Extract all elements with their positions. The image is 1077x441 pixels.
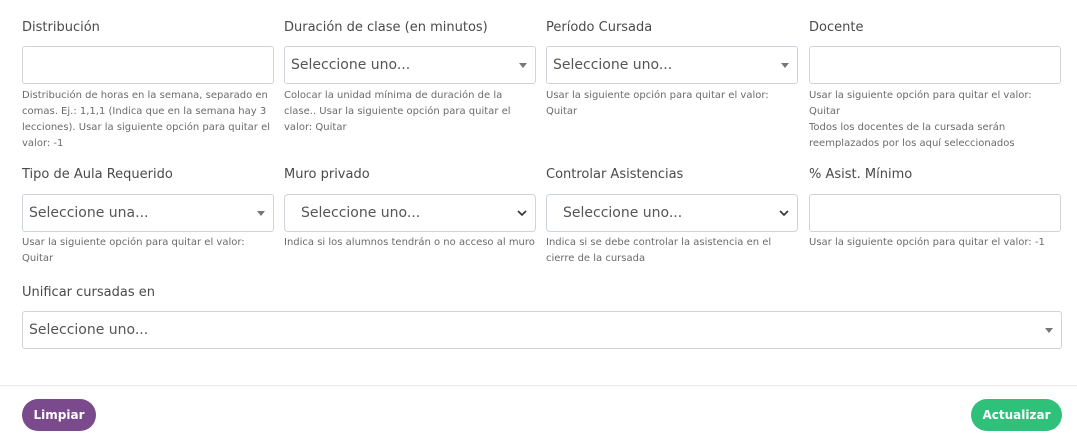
tipo-aula-selected-value: Seleccione una...: [29, 205, 149, 221]
muro-select[interactable]: Seleccione uno...: [284, 194, 536, 232]
field-muro: Muro privado Seleccione uno... Indica si…: [284, 165, 536, 248]
periodo-help: Usar la siguiente opción para quitar el …: [546, 88, 798, 120]
docente-help: Usar la siguiente opción para quitar el …: [809, 88, 1061, 152]
docente-help-text: Usar la siguiente opción para quitar el …: [809, 90, 1032, 117]
tipo-aula-help: Usar la siguiente opción para quitar el …: [22, 235, 274, 267]
asistencias-help-text: Indica si se debe controlar la asistenci…: [546, 237, 772, 264]
asistencias-selected-value: Seleccione uno...: [563, 205, 683, 221]
field-unificar: Unificar cursadas en Seleccione uno...: [22, 283, 1062, 349]
field-duracion: Duración de clase (en minutos) Seleccion…: [284, 18, 536, 133]
duracion-label: Duración de clase (en minutos): [284, 20, 488, 35]
muro-selected-value: Seleccione uno...: [301, 205, 421, 221]
muro-help-text: Indica si los alumnos tendrán o no acces…: [284, 237, 535, 248]
duracion-select[interactable]: Seleccione uno...: [284, 46, 536, 84]
muro-help: Indica si los alumnos tendrán o no acces…: [284, 235, 536, 251]
field-docente: Docente Usar la siguiente opción para qu…: [809, 18, 1061, 149]
tipo-aula-select[interactable]: Seleccione una...: [22, 194, 274, 232]
asist-minimo-help-text: Usar la siguiente opción para quitar el …: [809, 237, 1045, 248]
duracion-help: Colocar la unidad mínima de duración de …: [284, 88, 536, 136]
periodo-label: Período Cursada: [546, 20, 653, 35]
duracion-selected-value: Seleccione uno...: [291, 57, 411, 73]
caret-down-icon: [781, 63, 789, 68]
docente-help-note: Todos los docentes de la cursada serán r…: [809, 122, 1015, 149]
unificar-label: Unificar cursadas en: [22, 285, 155, 300]
caret-down-icon: [1045, 328, 1053, 333]
field-asistencias: Controlar Asistencias Seleccione uno... …: [546, 165, 798, 264]
distribucion-input[interactable]: [22, 46, 274, 84]
caret-down-icon: [257, 211, 265, 216]
chevron-down-icon: [517, 210, 527, 217]
docente-input[interactable]: [809, 46, 1061, 84]
periodo-select[interactable]: Seleccione uno...: [546, 46, 798, 84]
footer-divider: [0, 385, 1077, 386]
asist-minimo-input[interactable]: [809, 194, 1061, 232]
distribucion-help-text: Distribución de horas en la semana, sepa…: [22, 90, 271, 149]
asistencias-label: Controlar Asistencias: [546, 167, 684, 182]
asistencias-help: Indica si se debe controlar la asistenci…: [546, 235, 798, 267]
unificar-select[interactable]: Seleccione uno...: [22, 311, 1062, 349]
tipo-aula-label: Tipo de Aula Requerido: [22, 167, 173, 182]
asist-minimo-help: Usar la siguiente opción para quitar el …: [809, 235, 1061, 251]
field-distribucion: Distribución Distribución de horas en la…: [22, 18, 274, 149]
chevron-down-icon: [779, 210, 789, 217]
asist-minimo-label: % Asist. Mínimo: [809, 167, 913, 182]
update-button[interactable]: Actualizar: [971, 399, 1062, 431]
clear-button[interactable]: Limpiar: [22, 399, 96, 431]
periodo-selected-value: Seleccione uno...: [553, 57, 673, 73]
duracion-help-text: Colocar la unidad mínima de duración de …: [284, 90, 511, 133]
field-asist-minimo: % Asist. Mínimo Usar la siguiente opción…: [809, 165, 1061, 248]
field-tipo-aula: Tipo de Aula Requerido Seleccione una...…: [22, 165, 274, 264]
distribucion-label: Distribución: [22, 20, 100, 35]
asistencias-select[interactable]: Seleccione uno...: [546, 194, 798, 232]
tipo-aula-help-text: Usar la siguiente opción para quitar el …: [22, 237, 245, 264]
docente-label: Docente: [809, 20, 864, 35]
field-periodo: Período Cursada Seleccione uno... Usar l…: [546, 18, 798, 117]
periodo-help-text: Usar la siguiente opción para quitar el …: [546, 90, 769, 117]
muro-label: Muro privado: [284, 167, 370, 182]
caret-down-icon: [519, 63, 527, 68]
unificar-selected-value: Seleccione uno...: [29, 322, 149, 338]
distribucion-help: Distribución de horas en la semana, sepa…: [22, 88, 274, 152]
edit-form: Distribución Distribución de horas en la…: [0, 0, 1077, 385]
